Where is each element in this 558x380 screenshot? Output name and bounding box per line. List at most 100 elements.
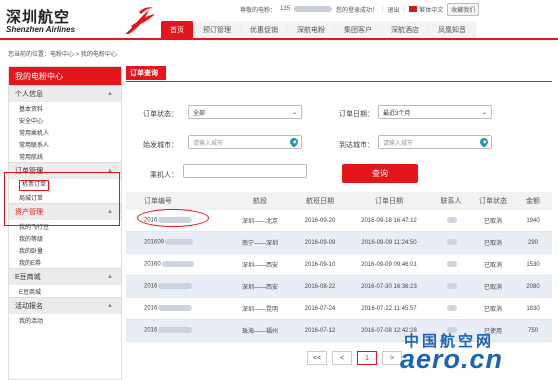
from-city-input[interactable]: 请输入城市 — [188, 135, 302, 149]
tab-order-query[interactable]: 订单查询 — [126, 66, 166, 80]
nav-home[interactable]: 首页 — [161, 21, 194, 38]
sidebar-item-shop[interactable]: E豆商城 — [9, 285, 121, 297]
section-label: 个人信息 — [15, 91, 43, 98]
sidebar-item-level[interactable]: 我的等级 — [9, 232, 121, 244]
sidebar-section-shop[interactable]: E豆商城 ▲ — [9, 268, 121, 285]
masked-value — [158, 327, 193, 334]
col-order-no: 订单编号 — [144, 198, 172, 205]
table-row[interactable]: 20160 深圳——西安 2016-09-10 2016-09-09 09:46… — [126, 254, 552, 276]
main-nav: 首页 预订管理 优惠促销 深航电粉 集团客户 深航酒店 凤凰知音 — [161, 21, 476, 38]
order-no[interactable]: 20160 — [126, 261, 228, 268]
contact — [430, 261, 472, 268]
divider: | — [403, 6, 406, 12]
search-button[interactable]: 查询 — [342, 164, 418, 183]
route: 深圳——西安 — [241, 285, 278, 291]
nav-promotions[interactable]: 优惠促销 — [241, 21, 288, 38]
sidebar-item-volume[interactable]: 我的卧量 — [9, 244, 121, 256]
nav-members[interactable]: 深航电粉 — [288, 21, 335, 38]
order-no[interactable]: 2016 — [126, 283, 228, 290]
language-label: 繁体中文 — [419, 7, 444, 14]
sidebar-item-profile[interactable]: 基本资料 — [9, 102, 121, 114]
watermark-en: aero.cn — [400, 344, 504, 374]
date-label: 订单日期： — [339, 111, 374, 118]
sidebar-item-my-events[interactable]: 我的活动 — [9, 314, 121, 326]
panel-header: 订单查询 — [126, 66, 552, 82]
logout-link[interactable]: 退出 — [388, 5, 400, 14]
masked-value — [158, 305, 193, 312]
col-amount: 金额 — [526, 198, 540, 205]
divider: | — [382, 6, 384, 12]
date-value: 最近3个月 — [383, 110, 411, 117]
status: 已取消 — [483, 219, 502, 225]
next-page-button[interactable]: > — [382, 351, 402, 365]
nav-corporate[interactable]: 集团客户 — [335, 21, 382, 38]
sidebar-section-personal[interactable]: 个人信息 ▲ — [9, 85, 121, 102]
greeting-text: 尊敬的电粉： — [240, 7, 277, 14]
site-header: 深圳航空 Shenzhen Airlines 尊敬的电粉： 135 您的登录成功… — [0, 0, 558, 38]
sidebar-section-events[interactable]: 活动报名 ▲ — [9, 297, 121, 314]
sidebar-title[interactable]: 我的电粉中心 — [9, 67, 121, 85]
first-page-button[interactable]: << — [307, 351, 327, 365]
date-select[interactable]: 最近3个月 ⌄ — [378, 105, 492, 119]
status: 已取消 — [483, 263, 502, 269]
nav-hotels[interactable]: 深航酒店 — [382, 21, 429, 38]
sidebar-item-security[interactable]: 安全中心 — [9, 114, 121, 126]
order-query-panel: 订单查询 订单状态： 全部 ⌄ 订单日期： 最近3个月 ⌄ 始发城市： 请输入城市 … — [126, 66, 552, 342]
masked-value — [446, 261, 457, 268]
sidebar-item-routes[interactable]: 常用航线 — [9, 150, 121, 162]
sidebar-item-contacts[interactable]: 常用联系人 — [9, 138, 121, 150]
amount: 1830 — [526, 305, 540, 312]
route: 深圳——昆明 — [241, 307, 278, 313]
nav-phoenix-miles[interactable]: 凤凰知音 — [429, 21, 476, 38]
sidebar-item-coupons[interactable]: 我的E券 — [9, 256, 121, 268]
status-select[interactable]: 全部 ⌄ — [188, 105, 302, 119]
pagination: << < 1 > — [307, 351, 402, 365]
phoenix-logo-icon — [125, 7, 155, 34]
order-date: 2016-09-09 11:24:50 — [361, 239, 417, 246]
chevron-up-icon: ▲ — [107, 91, 113, 97]
language-switch[interactable]: 繁体中文 — [409, 5, 443, 14]
to-city-input[interactable]: 请输入城市 — [378, 135, 492, 149]
prev-page-button[interactable]: < — [332, 351, 352, 365]
order-no[interactable]: 2016 — [126, 327, 228, 334]
status-label: 订单状态： — [143, 111, 178, 118]
bookmark-button[interactable]: 收藏我们 — [447, 2, 480, 16]
route: 南宁——深圳 — [241, 241, 278, 247]
section-label: 活动报名 — [15, 303, 43, 310]
masked-value — [165, 239, 194, 246]
page-1-button[interactable]: 1 — [357, 351, 377, 365]
nav-booking[interactable]: 预订管理 — [194, 21, 241, 38]
chevron-up-icon: ▲ — [107, 303, 113, 309]
breadcrumb: 您当前的位置：电粉中心 > 我的电粉中心 — [8, 52, 117, 58]
order-no[interactable]: 201609 — [126, 239, 228, 246]
flight-date: 2016-07-12 — [304, 327, 336, 334]
table-row[interactable]: 2016 深圳——昆明 2016-07-24 2016-07-22 11:45:… — [126, 298, 552, 320]
table-header: 订单编号 航段 航班日期 订单日期 联系人 订单状态 金额 — [126, 192, 552, 210]
welcome-text: 您的登录成功！ — [336, 7, 379, 14]
route: 深圳——西安 — [241, 263, 278, 269]
status: 已取消 — [483, 285, 502, 291]
route: 珠海——福州 — [241, 329, 278, 335]
location-pin-icon[interactable] — [478, 136, 490, 148]
masked-value — [446, 239, 457, 246]
masked-value — [158, 283, 193, 290]
status: 已取消 — [483, 241, 502, 247]
brand-logo[interactable]: 深圳航空 Shenzhen Airlines — [6, 4, 166, 38]
passenger-input[interactable] — [183, 164, 307, 178]
flight-date: 2016-09-09 — [304, 239, 336, 246]
masked-value — [446, 283, 457, 290]
table-row[interactable]: 2016 深圳——西安 2016-08-22 2016-07-30 16:36:… — [126, 276, 552, 298]
highlight-ellipse — [137, 209, 209, 227]
chevron-up-icon: ▲ — [107, 274, 113, 280]
amount: 1530 — [526, 261, 540, 268]
status-value: 全部 — [193, 110, 206, 117]
order-no[interactable]: 2016 — [126, 305, 228, 312]
table-row[interactable]: 201609 南宁——深圳 2016-09-09 2016-09-09 11:2… — [126, 232, 552, 254]
to-city-placeholder: 请输入城市 — [383, 140, 414, 147]
sidebar-item-passengers[interactable]: 常用乘机人 — [9, 126, 121, 138]
location-pin-icon[interactable] — [288, 136, 300, 148]
from-city-label: 始发城市： — [143, 142, 178, 149]
masked-value — [446, 305, 457, 312]
from-city-placeholder: 请输入城市 — [193, 140, 224, 147]
flight-date: 2016-08-22 — [304, 283, 336, 290]
